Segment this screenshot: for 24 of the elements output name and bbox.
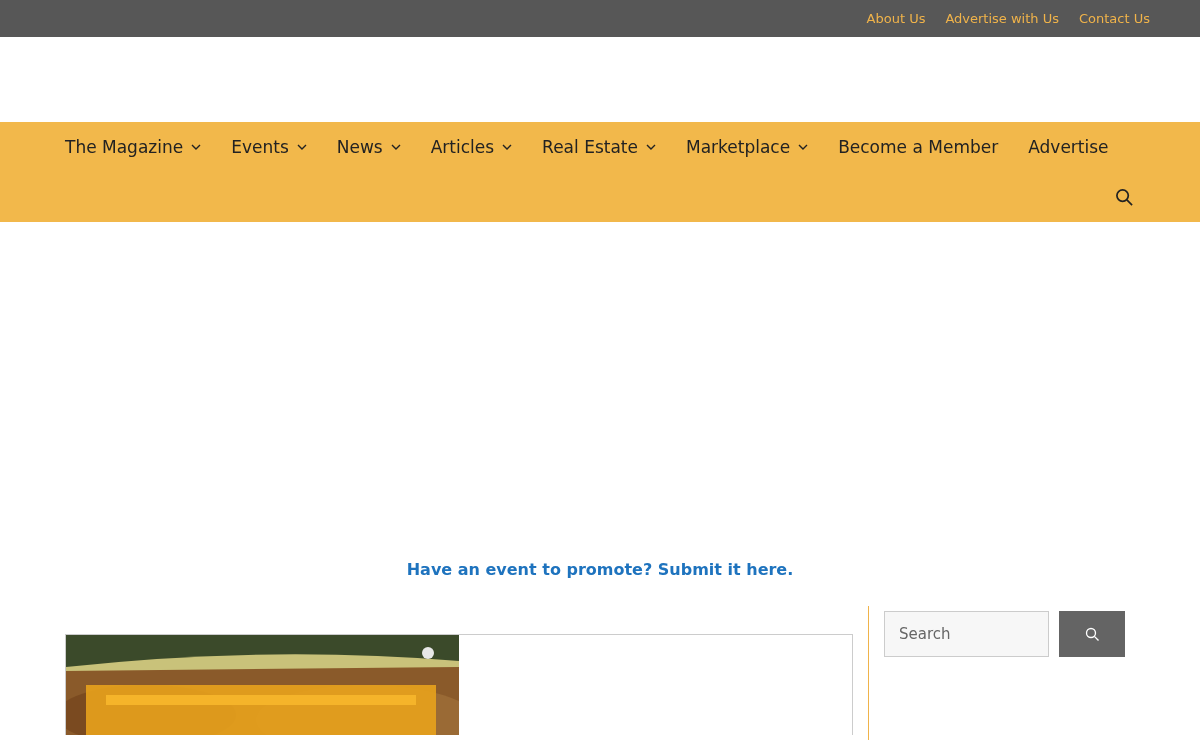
chevron-down-icon — [191, 144, 202, 150]
chevron-down-icon — [645, 144, 656, 150]
search-icon — [1115, 187, 1134, 207]
nav-item[interactable]: Articles — [430, 137, 513, 157]
submit-event-link[interactable]: Have an event to promote? Submit it here. — [406, 560, 794, 579]
search-field[interactable]: Search — [884, 611, 1049, 657]
nav-item-label: Events — [231, 137, 289, 157]
chevron-down-icon — [502, 144, 513, 150]
nav-item-label: Real Estate — [542, 137, 638, 157]
nav-item-label: Articles — [430, 137, 495, 157]
chevron-down-icon — [296, 144, 307, 150]
search-icon — [1084, 626, 1100, 642]
nav-item[interactable]: News — [336, 137, 401, 157]
top-bar-link[interactable]: Contact Us — [1079, 11, 1150, 26]
chevron-down-icon — [390, 144, 401, 150]
nav-item[interactable]: Become a Member — [838, 137, 999, 157]
nav-item[interactable]: Real Estate — [542, 137, 656, 157]
chevron-down-icon — [798, 144, 809, 150]
nav-item[interactable]: Advertise — [1028, 137, 1109, 157]
nav-item-label: News — [336, 137, 383, 157]
top-bar-link[interactable]: Advertise with Us — [945, 11, 1059, 26]
nav-item[interactable]: Events — [231, 137, 307, 157]
top-bar-link[interactable]: About Us — [866, 11, 926, 26]
search-button[interactable] — [1059, 611, 1125, 657]
